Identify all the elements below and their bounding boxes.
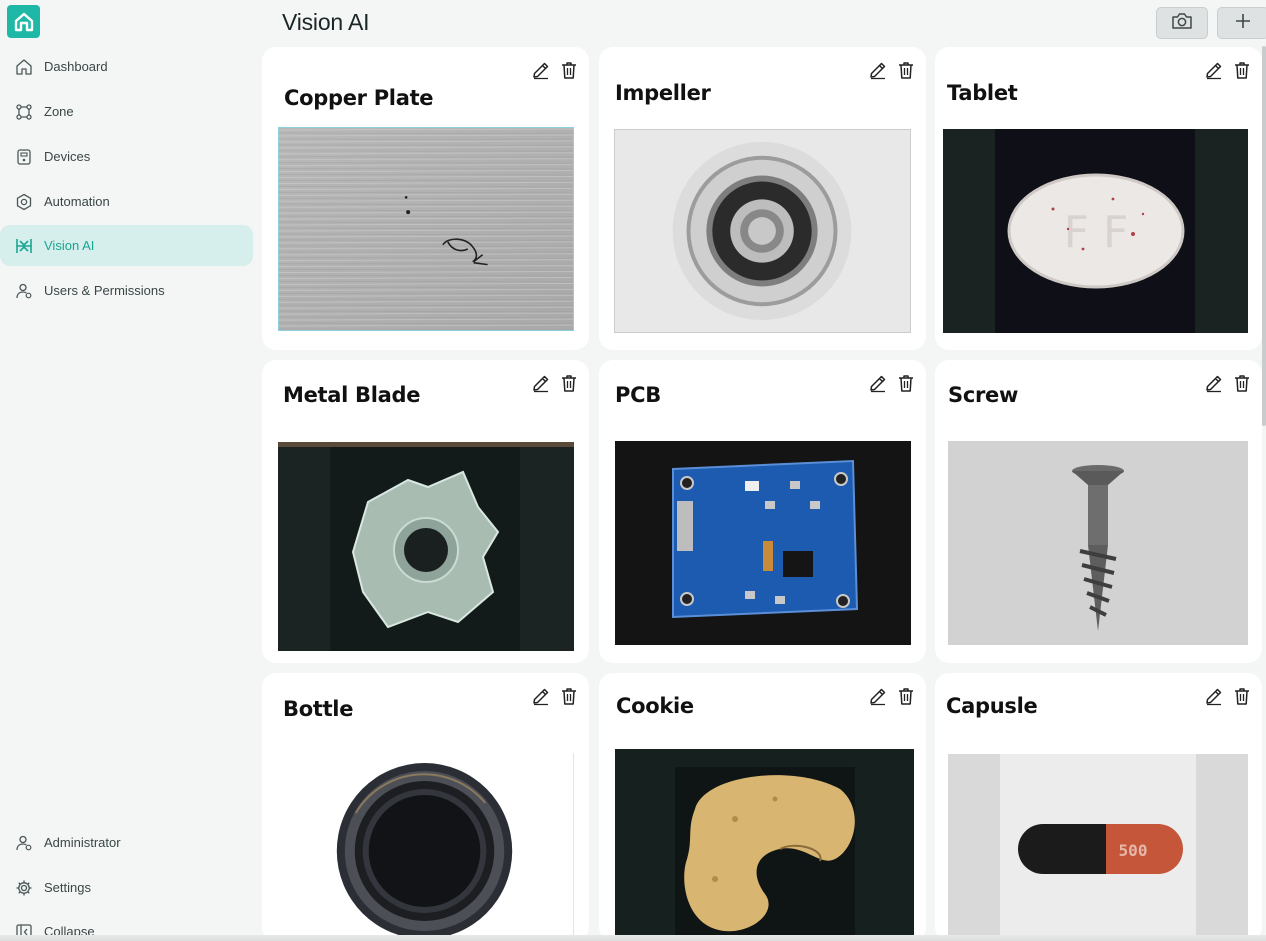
admin-icon bbox=[15, 834, 33, 852]
sidebar-item-label: Vision AI bbox=[44, 238, 95, 253]
sidebar-item-dashboard[interactable]: Dashboard bbox=[0, 46, 253, 87]
sidebar-item-label: Administrator bbox=[44, 835, 121, 850]
model-card-screw[interactable]: Screw bbox=[935, 360, 1262, 663]
bottle-image bbox=[276, 753, 574, 941]
edit-icon[interactable] bbox=[530, 685, 552, 707]
trash-icon[interactable] bbox=[558, 372, 580, 394]
device-icon bbox=[15, 148, 33, 166]
trash-icon[interactable] bbox=[895, 372, 917, 394]
card-title: Capusle bbox=[946, 694, 1038, 718]
sidebar-item-vision-ai[interactable]: Vision AI bbox=[0, 225, 253, 266]
card-title: PCB bbox=[615, 383, 661, 407]
camera-icon bbox=[1171, 12, 1193, 35]
trash-icon[interactable] bbox=[558, 685, 580, 707]
sidebar-item-label: Users & Permissions bbox=[44, 283, 165, 298]
gear-icon bbox=[15, 879, 33, 897]
edit-icon[interactable] bbox=[1203, 685, 1225, 707]
vision-icon bbox=[15, 237, 33, 255]
automation-icon bbox=[15, 193, 33, 211]
card-title: Impeller bbox=[615, 81, 711, 105]
sidebar-item-settings[interactable]: Settings bbox=[0, 867, 253, 908]
add-button[interactable] bbox=[1217, 7, 1266, 39]
screw-image bbox=[948, 441, 1248, 645]
sidebar-item-administrator[interactable]: Administrator bbox=[0, 822, 253, 863]
metal-blade-image bbox=[278, 442, 574, 651]
tablet-image: F F bbox=[943, 129, 1248, 333]
sidebar-item-label: Devices bbox=[44, 149, 91, 164]
model-card-metal-blade[interactable]: Metal Blade bbox=[262, 360, 589, 663]
pcb-image bbox=[615, 441, 911, 645]
edit-icon[interactable] bbox=[867, 685, 889, 707]
impeller-image bbox=[614, 129, 911, 333]
card-title: Cookie bbox=[616, 694, 694, 718]
card-title: Tablet bbox=[947, 81, 1018, 105]
model-card-tablet[interactable]: Tablet F F bbox=[935, 47, 1262, 350]
cookie-image bbox=[615, 749, 914, 941]
trash-icon[interactable] bbox=[1231, 372, 1253, 394]
users-icon bbox=[15, 282, 33, 300]
edit-icon[interactable] bbox=[867, 372, 889, 394]
edit-icon[interactable] bbox=[867, 59, 889, 81]
scrollbar[interactable] bbox=[1262, 46, 1266, 426]
sidebar-item-label: Automation bbox=[44, 194, 110, 209]
model-card-copper-plate[interactable]: Copper Plate bbox=[262, 47, 589, 350]
model-card-capsule[interactable]: Capusle 500 bbox=[935, 673, 1262, 941]
home-logo-icon[interactable] bbox=[7, 5, 40, 38]
sidebar-item-automation[interactable]: Automation bbox=[0, 181, 253, 222]
copper-plate-image bbox=[278, 127, 574, 331]
trash-icon[interactable] bbox=[895, 685, 917, 707]
edit-icon[interactable] bbox=[1203, 59, 1225, 81]
trash-icon[interactable] bbox=[1231, 59, 1253, 81]
model-card-bottle[interactable]: Bottle bbox=[262, 673, 589, 941]
home-icon bbox=[15, 58, 33, 76]
svg-text:500: 500 bbox=[1119, 841, 1148, 860]
sidebar-item-zone[interactable]: Zone bbox=[0, 91, 253, 132]
model-card-pcb[interactable]: PCB bbox=[599, 360, 926, 663]
edit-icon[interactable] bbox=[530, 59, 552, 81]
model-card-impeller[interactable]: Impeller bbox=[599, 47, 926, 350]
sidebar: Dashboard Zone Devices Automation Vision… bbox=[0, 0, 262, 941]
camera-button[interactable] bbox=[1156, 7, 1208, 39]
sidebar-item-devices[interactable]: Devices bbox=[0, 136, 253, 177]
zone-icon bbox=[15, 103, 33, 121]
plus-icon bbox=[1234, 12, 1252, 35]
svg-text:F F: F F bbox=[1064, 207, 1129, 258]
sidebar-item-label: Settings bbox=[44, 880, 91, 895]
trash-icon[interactable] bbox=[1231, 685, 1253, 707]
sidebar-item-users-permissions[interactable]: Users & Permissions bbox=[0, 270, 253, 311]
sidebar-item-label: Dashboard bbox=[44, 59, 108, 74]
trash-icon[interactable] bbox=[558, 59, 580, 81]
sidebar-item-label: Zone bbox=[44, 104, 74, 119]
card-title: Screw bbox=[948, 383, 1019, 407]
capsule-image: 500 bbox=[948, 754, 1248, 941]
edit-icon[interactable] bbox=[530, 372, 552, 394]
model-card-cookie[interactable]: Cookie bbox=[599, 673, 926, 941]
page-title: Vision AI bbox=[282, 9, 370, 35]
trash-icon[interactable] bbox=[895, 59, 917, 81]
card-title: Metal Blade bbox=[283, 383, 421, 407]
bottom-divider bbox=[0, 935, 1266, 941]
card-title: Bottle bbox=[283, 697, 354, 721]
card-title: Copper Plate bbox=[284, 86, 434, 110]
edit-icon[interactable] bbox=[1203, 372, 1225, 394]
